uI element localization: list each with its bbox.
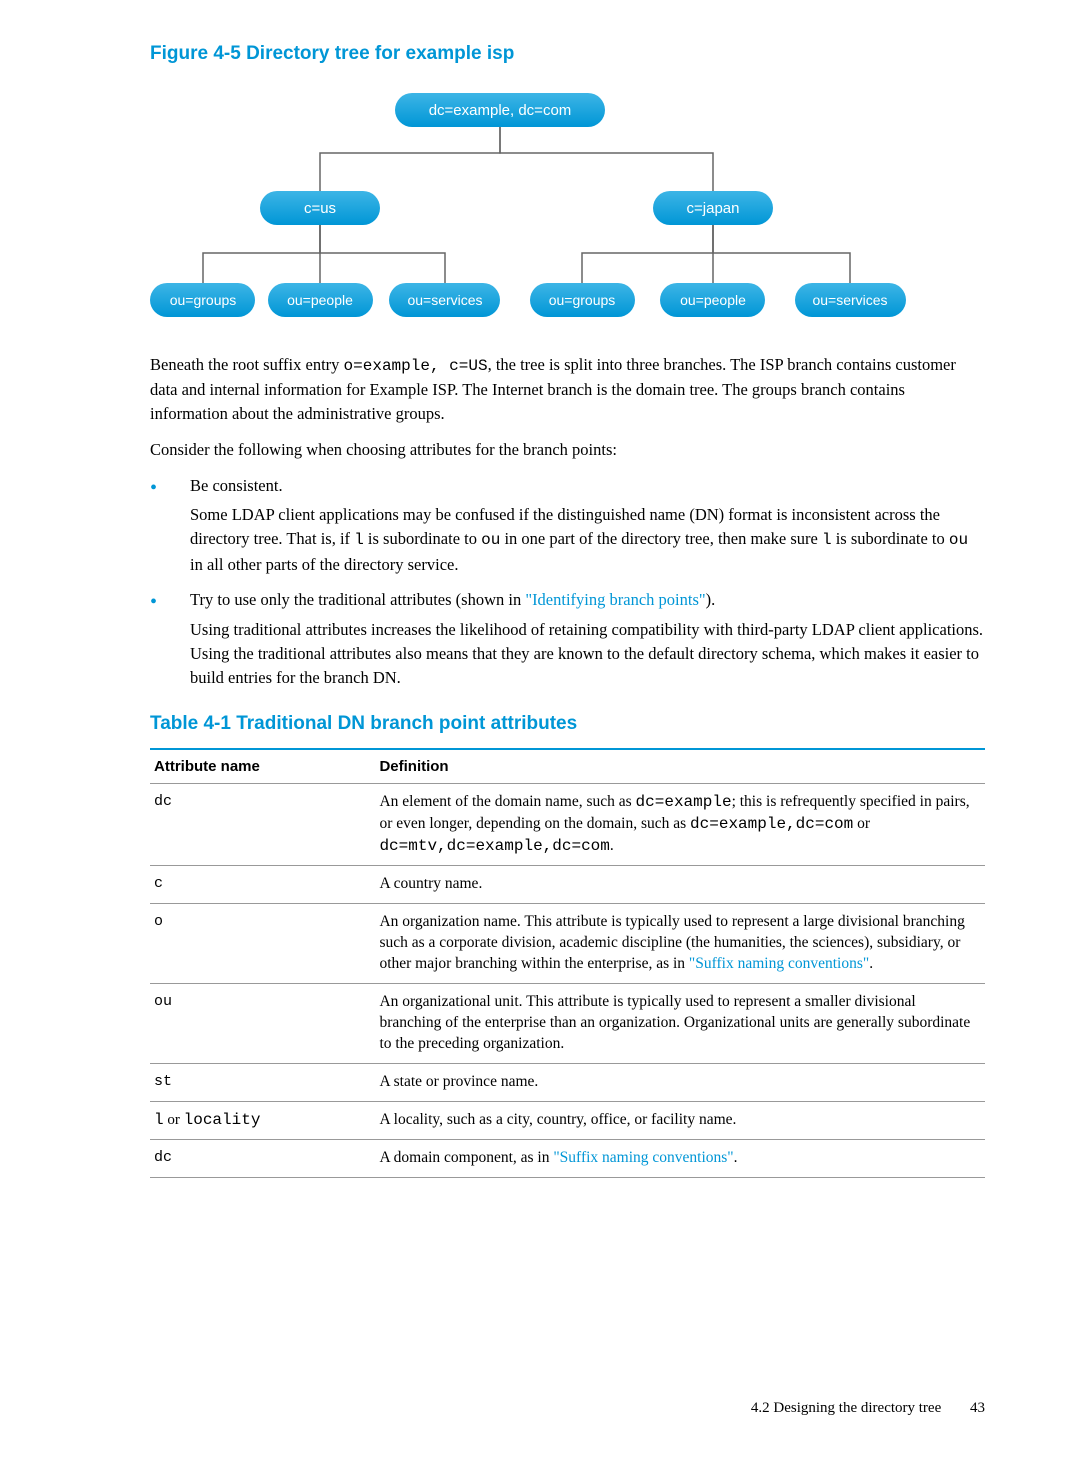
table-cell-def: A locality, such as a city, country, off… [375,1101,985,1140]
table-header-attr: Attribute name [150,749,375,784]
figure-title: Figure 4-5 Directory tree for example is… [150,40,985,68]
svg-text:ou=groups: ou=groups [170,292,237,308]
table-row: o An organization name. This attribute i… [150,904,985,984]
table-cell-attr: st [150,1063,375,1101]
bullet-1-sub: Some LDAP client applications may be con… [190,503,985,576]
paragraph-1: Beneath the root suffix entry o=example,… [150,353,985,426]
table-cell-attr: l or locality [150,1101,375,1140]
svg-text:ou=services: ou=services [407,292,482,308]
table-cell-def: A country name. [375,866,985,904]
table-row: l or locality A locality, such as a city… [150,1101,985,1140]
table-cell-def: A state or province name. [375,1063,985,1101]
table-title: Table 4-1 Traditional DN branch point at… [150,710,985,738]
bullet-2: Try to use only the traditional attribut… [150,588,985,690]
table-cell-def: An organizational unit. This attribute i… [375,983,985,1063]
bullet-2-sub: Using traditional attributes increases t… [190,618,985,690]
svg-text:c=japan: c=japan [687,200,740,217]
table-row: dc A domain component, as in "Suffix nam… [150,1140,985,1178]
table-cell-attr: dc [150,784,375,866]
table-row: st A state or province name. [150,1063,985,1101]
table-cell-attr: o [150,904,375,984]
svg-text:c=us: c=us [304,200,336,217]
table-header-row: Attribute name Definition [150,749,985,784]
directory-tree-diagram: dc=example, dc=com c=us c=japan ou=group… [150,83,985,328]
svg-text:ou=people: ou=people [287,292,353,308]
table-cell-attr: ou [150,983,375,1063]
table-cell-def: An element of the domain name, such as d… [375,784,985,866]
table-cell-attr: dc [150,1140,375,1178]
footer-section: 4.2 Designing the directory tree [751,1400,941,1416]
table-header-def: Definition [375,749,985,784]
footer-page-number: 43 [970,1400,985,1416]
table-cell-attr: c [150,866,375,904]
svg-text:ou=services: ou=services [812,292,887,308]
paragraph-2: Consider the following when choosing att… [150,438,985,462]
table-cell-def: An organization name. This attribute is … [375,904,985,984]
table-row: ou An organizational unit. This attribut… [150,983,985,1063]
svg-text:ou=people: ou=people [680,292,746,308]
bullet-1: Be consistent. Some LDAP client applicat… [150,474,985,577]
table-cell-def: A domain component, as in "Suffix naming… [375,1140,985,1178]
attributes-table: Attribute name Definition dc An element … [150,748,985,1178]
table-row: c A country name. [150,866,985,904]
page-footer: 4.2 Designing the directory tree 43 [150,1398,985,1420]
svg-text:ou=groups: ou=groups [549,292,616,308]
table-row: dc An element of the domain name, such a… [150,784,985,866]
bullet-list: Be consistent. Some LDAP client applicat… [150,474,985,691]
link-identifying-branch-points[interactable]: "Identifying branch points" [525,590,705,609]
link-suffix-conventions[interactable]: "Suffix naming conventions" [553,1149,733,1166]
svg-text:dc=example, dc=com: dc=example, dc=com [429,102,572,119]
link-suffix-conventions[interactable]: "Suffix naming conventions" [689,955,869,972]
